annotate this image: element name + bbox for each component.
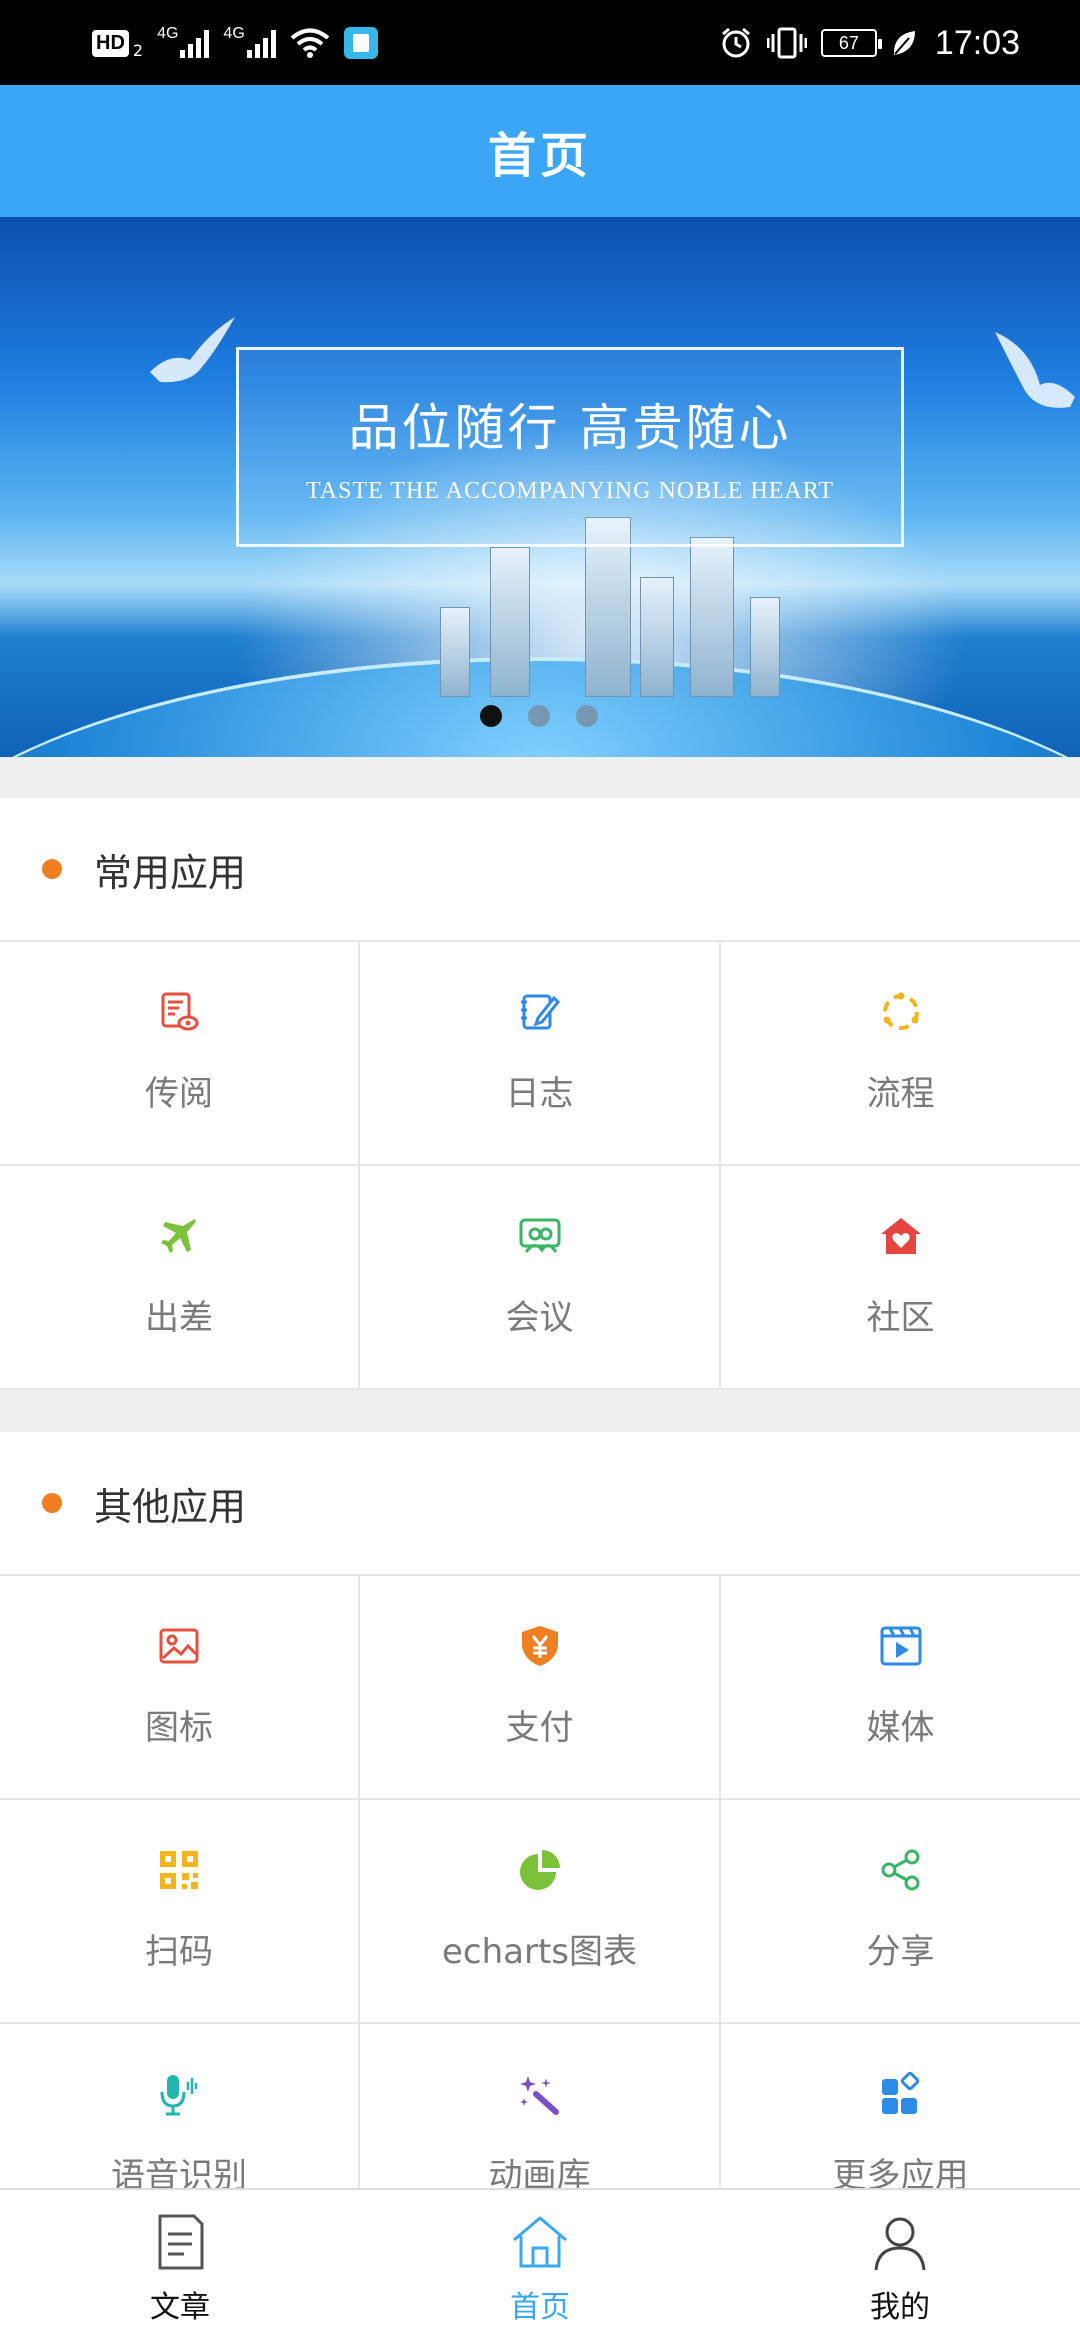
app-book-icon: [343, 27, 378, 59]
app-tile-label: 出差: [145, 1298, 213, 1338]
pie-chart-icon: [514, 1844, 566, 1896]
hd-sub-label: 2: [132, 40, 144, 60]
document-view-icon: [153, 986, 205, 1038]
section-dot: [42, 1493, 62, 1513]
meeting-icon: [514, 1210, 566, 1262]
banner-building: [490, 547, 530, 697]
app-tile-circulate[interactable]: 传阅: [0, 942, 360, 1166]
sim1-signal-icon: [180, 28, 210, 58]
common-apps-section: 常用应用 传阅 日志 流程 出差 会议 社区: [0, 798, 1080, 1390]
app-tile-share[interactable]: 分享: [721, 1800, 1080, 2024]
app-tile-label: 传阅: [145, 1074, 213, 1114]
notepad-edit-icon: [514, 986, 566, 1038]
section-header: 其他应用: [0, 1432, 1080, 1576]
app-tile-process[interactable]: 流程: [721, 942, 1080, 1166]
carousel-dot[interactable]: [576, 705, 598, 727]
home-heart-icon: [875, 1210, 927, 1262]
banner-building: [640, 577, 674, 697]
section-header: 常用应用: [0, 798, 1080, 942]
status-left: HD 2 4G 4G: [92, 22, 378, 64]
banner-subline: TASTE THE ACCOMPANYING NOBLE HEART: [306, 478, 834, 504]
wifi-icon: [290, 28, 330, 58]
home-icon: [513, 2216, 567, 2268]
sim2-signal-icon: [246, 28, 276, 58]
app-tile-label: 会议: [505, 1298, 574, 1338]
page-title: 首页: [487, 128, 592, 184]
app-tile-business-trip[interactable]: 出差: [0, 1166, 360, 1390]
app-tile-label: 日志: [505, 1074, 574, 1114]
more-apps-icon: [875, 2068, 927, 2120]
banner-text-frame: 品位随行 高贵随心 TASTE THE ACCOMPANYING NOBLE H…: [236, 347, 904, 547]
app-tile-label: 流程: [866, 1074, 935, 1114]
app-tile-media[interactable]: 媒体: [721, 1576, 1080, 1800]
carousel-dot[interactable]: [480, 705, 502, 727]
section-title: 常用应用: [94, 850, 247, 895]
nav-item-article[interactable]: 文章: [0, 2190, 360, 2340]
common-apps-grid: 传阅 日志 流程 出差 会议 社区: [0, 942, 1080, 1390]
app-tile-label: 分享: [866, 1932, 935, 1972]
other-apps-section: 其他应用 图标 支付 媒体 扫码 echarts图表 分享 语音识别 动画库 更…: [0, 1432, 1080, 2248]
app-tile-label: 社区: [866, 1298, 935, 1338]
app-tile-label: 扫码: [145, 1932, 213, 1972]
share-icon: [875, 1844, 927, 1896]
payment-shield-icon: [514, 1620, 566, 1672]
section-dot: [42, 859, 62, 879]
nav-label: 我的: [870, 2290, 930, 2325]
status-right: 67 17:03: [719, 20, 1020, 66]
app-tile-meeting[interactable]: 会议: [360, 1166, 721, 1390]
nav-label: 文章: [150, 2290, 210, 2325]
sim1-network-label: 4G: [157, 25, 179, 42]
clock: 17:03: [934, 23, 1020, 62]
banner-headline: 品位随行 高贵随心: [348, 399, 792, 457]
app-tile-community[interactable]: 社区: [721, 1166, 1080, 1390]
app-tile-label: echarts图表: [441, 1932, 638, 1972]
banner-building: [440, 607, 470, 697]
qr-code-icon: [153, 1844, 205, 1896]
nav-label: 首页: [510, 2290, 570, 2325]
app-tile-echarts[interactable]: echarts图表: [360, 1800, 721, 2024]
dove-icon: [995, 332, 1075, 408]
dove-icon: [150, 317, 235, 383]
microphone-icon: [153, 2068, 205, 2120]
sim2-network-label: 4G: [223, 25, 245, 42]
flow-circle-icon: [875, 986, 927, 1038]
image-icon: [153, 1620, 205, 1672]
article-icon: [158, 2214, 204, 2270]
media-play-icon: [875, 1620, 927, 1672]
nav-item-home[interactable]: 首页: [360, 2190, 720, 2340]
banner-building: [690, 537, 734, 697]
user-icon: [874, 2217, 926, 2271]
status-bar: HD 2 4G 4G 67 17:03: [0, 0, 1080, 85]
nav-item-mine[interactable]: 我的: [720, 2190, 1080, 2340]
alarm-icon: [721, 27, 750, 58]
app-tile-payment[interactable]: 支付: [360, 1576, 721, 1800]
app-tile-label: 支付: [505, 1708, 574, 1748]
other-apps-grid: 图标 支付 媒体 扫码 echarts图表 分享 语音识别 动画库 更多应用: [0, 1576, 1080, 2248]
magic-wand-icon: [514, 2068, 566, 2120]
app-tile-scan[interactable]: 扫码: [0, 1800, 360, 2024]
bottom-nav: 文章 首页 我的: [0, 2188, 1080, 2340]
vibrate-icon: [766, 27, 807, 59]
carousel-dot[interactable]: [528, 705, 550, 727]
banner-carousel[interactable]: 品位随行 高贵随心 TASTE THE ACCOMPANYING NOBLE H…: [0, 217, 1080, 757]
title-bar: 首页: [0, 85, 1080, 217]
banner-building: [750, 597, 780, 697]
section-title: 其他应用: [94, 1484, 247, 1529]
airplane-icon: [153, 1210, 205, 1262]
app-tile-icons[interactable]: 图标: [0, 1576, 360, 1800]
leaf-icon: [893, 31, 915, 55]
app-tile-label: 媒体: [866, 1708, 935, 1748]
app-tile-label: 图标: [145, 1708, 213, 1748]
carousel-indicator: [480, 705, 598, 727]
app-tile-log[interactable]: 日志: [360, 942, 721, 1166]
hd-badge: HD: [92, 29, 129, 57]
battery-icon: 67: [820, 29, 882, 57]
